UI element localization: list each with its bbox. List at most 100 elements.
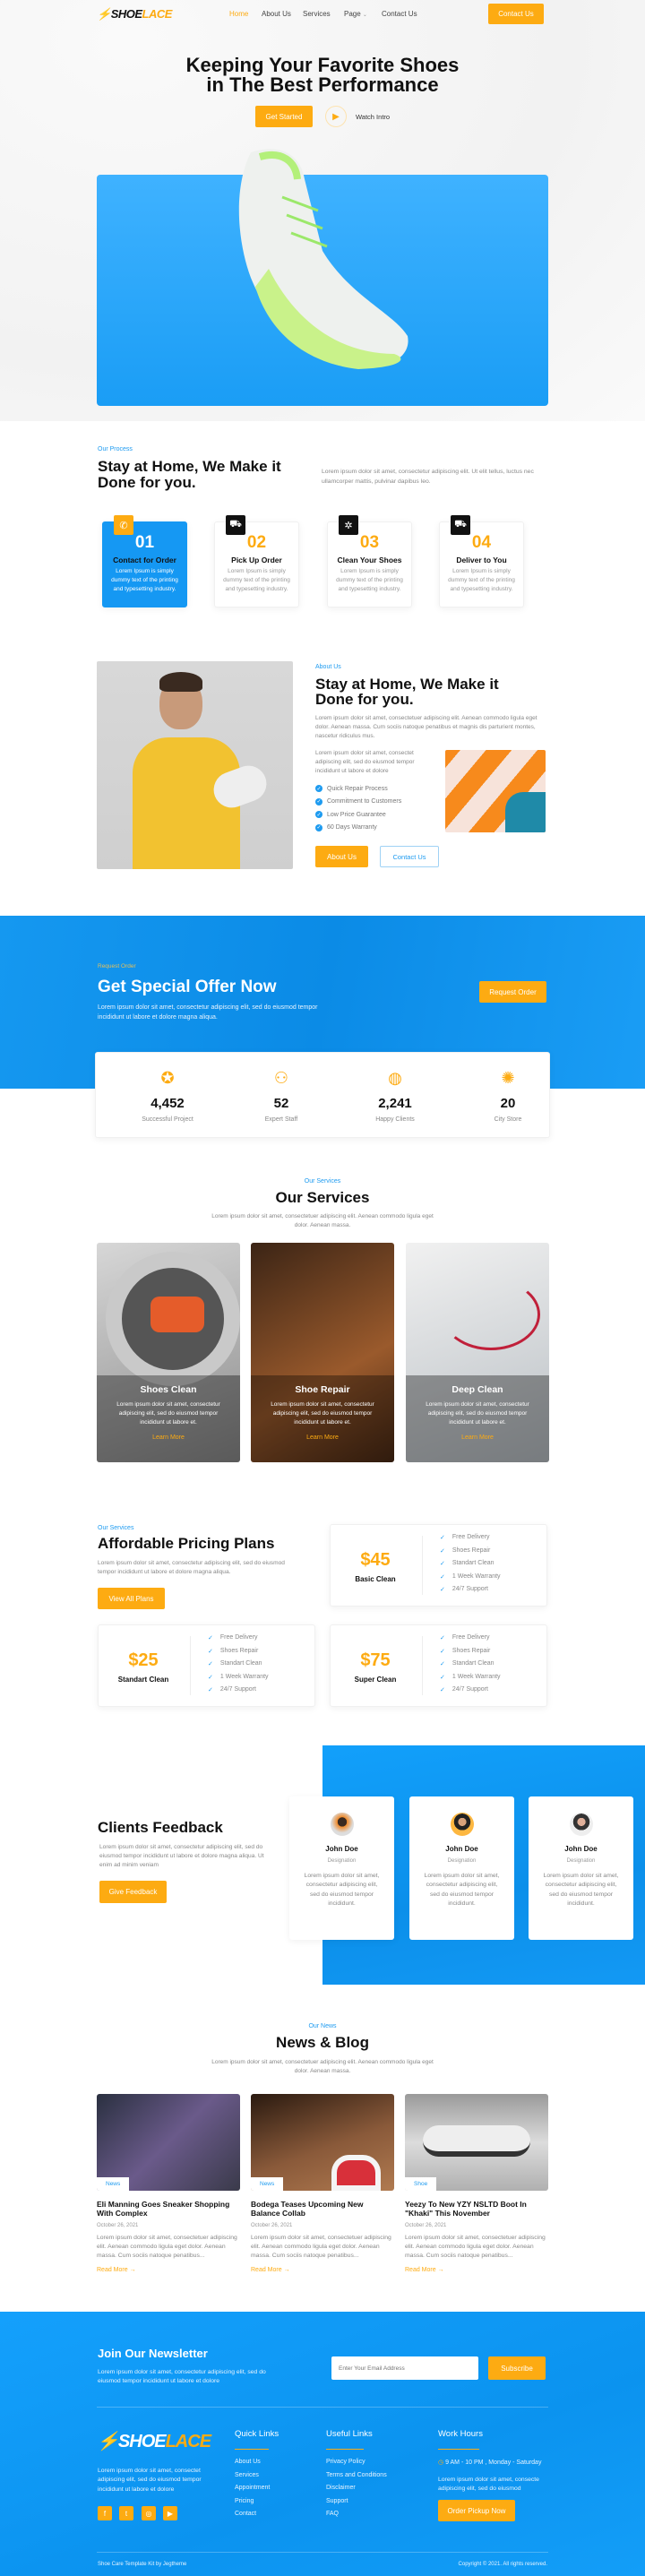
- step-number: 03: [359, 533, 380, 552]
- nav-services[interactable]: Services: [303, 10, 331, 18]
- about-us-button[interactable]: About Us: [315, 846, 368, 867]
- news-image: News: [97, 2094, 240, 2191]
- news-desc: Lorem ipsum dolor sit amet, consectetuer…: [211, 2059, 434, 2074]
- about-tag: About Us: [315, 664, 341, 670]
- watch-intro-link[interactable]: Watch Intro: [356, 113, 390, 121]
- services-desc: Lorem ipsum dolor sit amet, consectetuer…: [211, 1213, 434, 1228]
- about-image: [97, 661, 293, 869]
- feature-item: ✓ 60 Days Warranty: [315, 823, 377, 831]
- step-title: Contact for Order: [113, 556, 176, 564]
- give-feedback-button[interactable]: Give Feedback: [99, 1881, 167, 1903]
- get-started-button[interactable]: Get Started: [255, 106, 313, 127]
- news-image: News: [251, 2094, 394, 2191]
- footer-link[interactable]: Privacy Policy: [326, 2459, 387, 2472]
- service-card-shoe-repair[interactable]: Shoe Repair Lorem ipsum dolor sit amet, c…: [251, 1243, 394, 1462]
- pricing-desc: Lorem ipsum dolor sit amet, consectetur …: [98, 1560, 285, 1575]
- news-card[interactable]: Shoe Yeezy To New YZY NSLTD Boot In "Khak…: [405, 2094, 548, 2273]
- learn-more-link[interactable]: Learn More: [251, 1434, 394, 1441]
- news-card[interactable]: News Eli Manning Goes Sneaker Shopping Wi…: [97, 2094, 240, 2273]
- play-icon[interactable]: ▶: [325, 106, 347, 127]
- footer-link[interactable]: Terms and Conditions: [326, 2472, 387, 2486]
- footer-link[interactable]: FAQ: [326, 2511, 387, 2524]
- footer-credit: Shoe Care Template Kit by Jegtheme: [98, 2562, 187, 2567]
- feature-item: ✓ Low Price Guarantee: [315, 811, 386, 819]
- newsletter-desc: Lorem ipsum dolor sit amet, consectetur …: [98, 2369, 266, 2385]
- read-more-link[interactable]: Read More →: [251, 2267, 394, 2273]
- testimonial-card: John Doe Designation Lorem ipsum dolor sit…: [409, 1796, 514, 1940]
- pricing-card-standart: $25 Standart Clean ✓ Free Delivery ✓ Shoes R…: [98, 1624, 315, 1707]
- stats-card: ✪ 4,452 Successful Project ⚇ 52 Expert Staff…: [95, 1052, 550, 1138]
- services-title: Our Services: [275, 1189, 370, 1206]
- process-step-1: ✆ 01 Contact for Order Lorem Ipsum is si…: [102, 515, 187, 607]
- view-all-plans-button[interactable]: View All Plans: [98, 1588, 165, 1609]
- feedback-desc: Lorem ipsum dolor sit amet, consectetur …: [99, 1844, 264, 1868]
- nav-home[interactable]: Home: [229, 10, 248, 18]
- footer-link[interactable]: Services: [235, 2472, 279, 2486]
- twitter-icon[interactable]: t: [119, 2506, 133, 2520]
- footer-logo[interactable]: ⚡SHOELACE: [97, 2430, 211, 2452]
- footer-link[interactable]: Disclaimer: [326, 2485, 387, 2498]
- footer-copyright: Copyright © 2021. All rights reserved.: [458, 2562, 547, 2567]
- nav-about[interactable]: About Us: [262, 10, 291, 18]
- order-pickup-button[interactable]: Order Pickup Now: [438, 2500, 515, 2521]
- process-desc: Lorem ipsum dolor sit amet, consectetur …: [322, 469, 534, 485]
- read-more-link[interactable]: Read More →: [405, 2267, 548, 2273]
- useful-links: Useful Links Privacy Policy Terms and Con…: [326, 2429, 387, 2524]
- news-title: News & Blog: [276, 2034, 369, 2051]
- step-title: Pick Up Order: [231, 556, 282, 564]
- check-circle-icon: ✓: [315, 785, 322, 793]
- learn-more-link[interactable]: Learn More: [97, 1434, 240, 1441]
- nav-contact[interactable]: Contact Us: [382, 10, 417, 18]
- about-desc: Lorem ipsum dolor sit amet, consectetuer…: [315, 715, 538, 739]
- nav-contact-button[interactable]: Contact Us: [488, 4, 544, 24]
- footer-about: Lorem ipsum dolor sit amet, consectet ad…: [98, 2468, 202, 2493]
- hero-shoe-image: [238, 149, 408, 369]
- read-more-link[interactable]: Read More →: [97, 2267, 240, 2273]
- newsletter-email-input[interactable]: [331, 2356, 478, 2380]
- footer-link[interactable]: Contact: [235, 2511, 279, 2524]
- footer-link[interactable]: Pricing: [235, 2498, 279, 2511]
- process-tag: Our Process: [98, 446, 133, 452]
- instagram-icon[interactable]: ◎: [142, 2506, 156, 2520]
- youtube-icon[interactable]: ▶: [163, 2506, 177, 2520]
- footer-link[interactable]: Support: [326, 2498, 387, 2511]
- check-circle-icon: ✓: [315, 811, 322, 819]
- facebook-icon[interactable]: f: [98, 2506, 112, 2520]
- stat-item: ⚇ 52 Expert Staff: [228, 1069, 335, 1123]
- stat-item: ✪ 4,452 Successful Project: [114, 1069, 221, 1123]
- service-card-deep-clean[interactable]: Deep Clean Lorem ipsum dolor sit amet, co…: [406, 1243, 549, 1462]
- logo[interactable]: ⚡SHOELACE: [97, 7, 172, 22]
- news-card[interactable]: News Bodega Teases Upcoming New Balance C…: [251, 2094, 394, 2273]
- chevron-down-icon: ⌄: [362, 13, 367, 18]
- footer-bottom-divider: [97, 2552, 548, 2553]
- nav-page-label: Page: [344, 10, 361, 18]
- process-step-4: ⛟ 04 Deliver to You Lorem Ipsum is simpl…: [439, 515, 524, 607]
- work-hours: Work Hours ◷ 9 AM - 10 PM , Monday - Sat…: [438, 2429, 550, 2494]
- nav-page[interactable]: Page ⌄: [344, 10, 367, 18]
- testimonial-card: John Doe Designation Lorem ipsum dolor sit…: [529, 1796, 633, 1940]
- news-image: Shoe: [405, 2094, 548, 2191]
- learn-more-link[interactable]: Learn More: [406, 1434, 549, 1441]
- step-desc: Lorem Ipsum is simply dummy text of the …: [448, 568, 515, 592]
- hours-desc: Lorem ipsum dolor sit amet, consecte adi…: [438, 2476, 539, 2492]
- offer-title: Get Special Offer Now: [98, 978, 277, 996]
- footer-link[interactable]: Appointment: [235, 2485, 279, 2498]
- service-card-shoes-clean[interactable]: Shoes Clean Lorem ipsum dolor sit amet, c…: [97, 1243, 240, 1462]
- about-contact-button[interactable]: Contact Us: [380, 846, 439, 867]
- step-number: 04: [471, 533, 492, 552]
- store-icon: ✺: [501, 1069, 515, 1087]
- award-icon: ✪: [160, 1069, 175, 1087]
- hero-title: Keeping Your Favorite Shoes in The Best P…: [185, 54, 460, 96]
- check-circle-icon: ✓: [315, 797, 322, 806]
- quick-links: Quick Links About Us Services Appointment P…: [235, 2429, 279, 2524]
- subscribe-button[interactable]: Subscribe: [488, 2356, 546, 2380]
- footer-link[interactable]: About Us: [235, 2459, 279, 2472]
- avatar: [450, 1813, 474, 1836]
- footer-divider: [97, 2407, 548, 2408]
- process-step-3: ✲ 03 Clean Your Shoes Lorem Ipsum is sim…: [327, 515, 412, 607]
- request-order-button[interactable]: Request Order: [479, 981, 546, 1003]
- news-tag: Our News: [308, 2023, 337, 2029]
- globe-icon: ◍: [388, 1069, 402, 1087]
- step-desc: Lorem Ipsum is simply dummy text of the …: [111, 568, 178, 592]
- pricing-card-super: $75 Super Clean ✓ Free Delivery ✓ Shoes Repa…: [330, 1624, 547, 1707]
